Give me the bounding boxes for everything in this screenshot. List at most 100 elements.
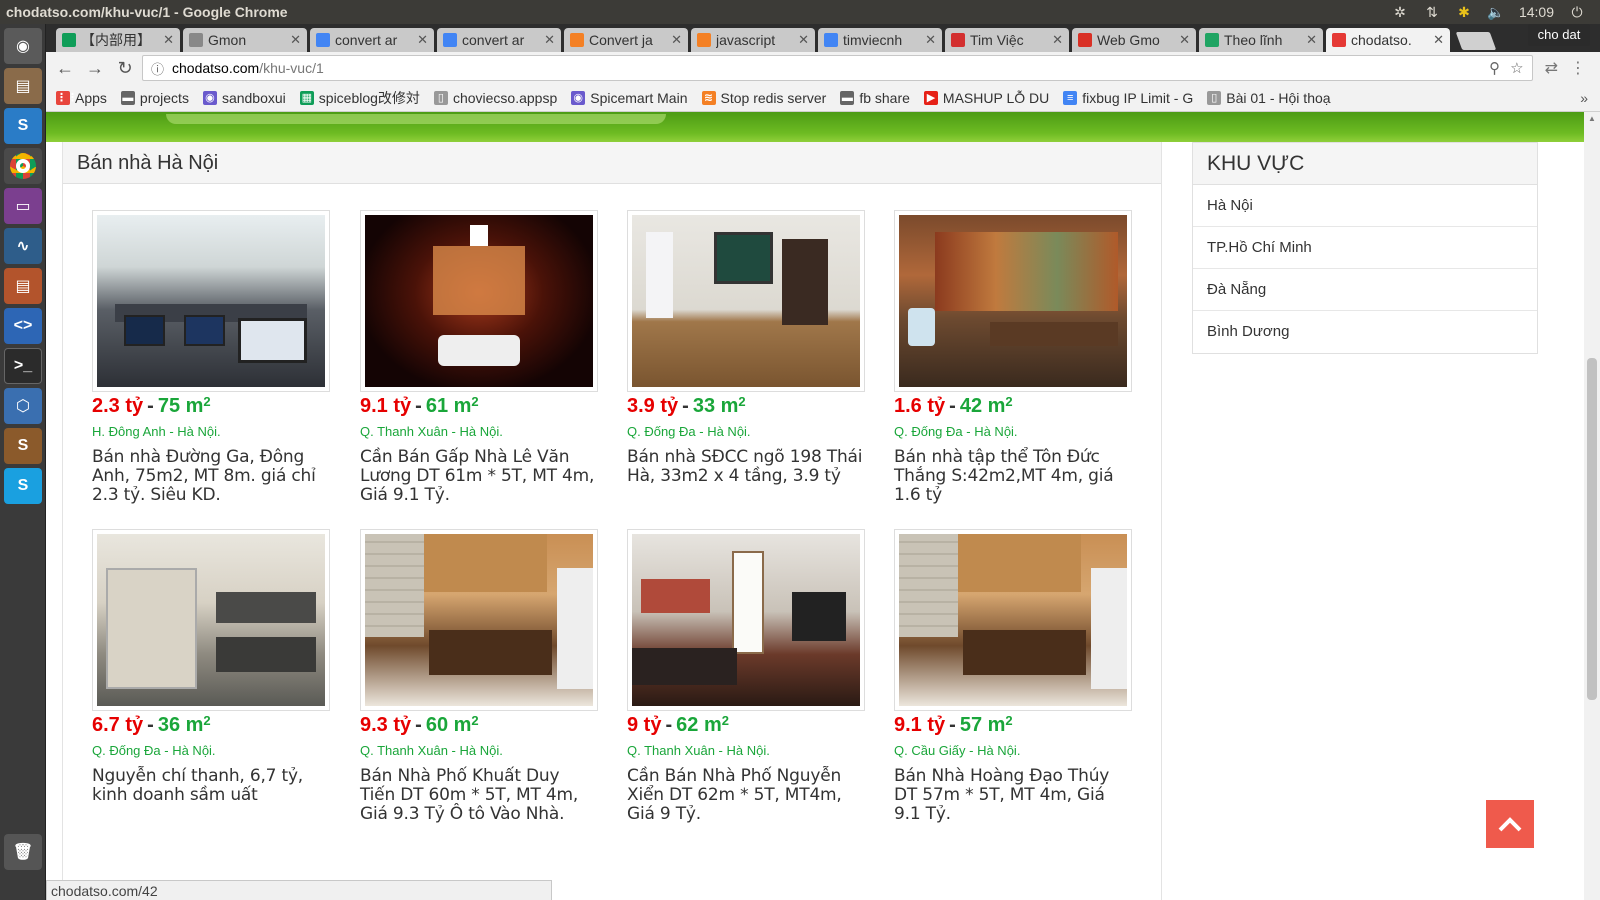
window-app-icon[interactable]: ▭ — [4, 188, 42, 224]
bookmark-item[interactable]: ▶ MASHUP LỖ DU — [923, 90, 1049, 106]
skype-icon[interactable]: S — [4, 468, 42, 504]
browser-tab[interactable]: Web Gmo ✕ — [1072, 28, 1196, 52]
back-arrow-icon[interactable]: ← — [52, 55, 78, 81]
listing-photo[interactable] — [627, 210, 865, 392]
power-icon[interactable]: ⏻ — [1568, 4, 1586, 20]
close-tab-icon[interactable]: ✕ — [925, 32, 936, 48]
profile-button[interactable]: cho dat — [1528, 24, 1590, 46]
browser-tab[interactable]: Gmon ✕ — [183, 28, 307, 52]
listing-location[interactable]: Q. Thanh Xuân - Hà Nội. — [627, 743, 865, 758]
listing-title[interactable]: Bán nhà tập thể Tôn Đức Thắng S:42m2,MT … — [894, 448, 1132, 505]
listing-location[interactable]: Q. Cầu Giấy - Hà Nội. — [894, 743, 1132, 758]
close-tab-icon[interactable]: ✕ — [798, 32, 809, 48]
listing-photo[interactable] — [92, 210, 330, 392]
network-indicator-icon[interactable]: ⇅ — [1423, 4, 1441, 20]
clock[interactable]: 14:09 — [1519, 4, 1554, 20]
bookmark-item[interactable]: ⋮⋮ Apps — [56, 90, 107, 106]
back-to-top-button[interactable] — [1486, 800, 1534, 848]
listing-title[interactable]: Bán nhà SĐCC ngõ 198 Thái Hà, 33m2 x 4 t… — [627, 448, 865, 486]
listing-location[interactable]: Q. Đống Đa - Hà Nội. — [894, 424, 1132, 439]
close-tab-icon[interactable]: ✕ — [163, 32, 174, 48]
listing-title[interactable]: Bán Nhà Hoàng Đạo Thúy DT 57m * 5T, MT 4… — [894, 767, 1132, 824]
forward-arrow-icon[interactable]: → — [82, 55, 108, 81]
scrollbar-thumb[interactable] — [1587, 358, 1597, 700]
close-tab-icon[interactable]: ✕ — [1306, 32, 1317, 48]
region-link[interactable]: Hà Nội — [1193, 185, 1537, 227]
listing-title[interactable]: Bán nhà Đường Ga, Đông Anh, 75m2, MT 8m.… — [92, 448, 330, 505]
bookmark-item[interactable]: ▯ Bài 01 - Hội thoạ — [1207, 90, 1331, 106]
dash-home-icon[interactable]: ◉ — [4, 28, 42, 64]
listing-location[interactable]: Q. Thanh Xuân - Hà Nội. — [360, 743, 598, 758]
workbench-icon[interactable]: ∿ — [4, 228, 42, 264]
listing-photo[interactable] — [360, 210, 598, 392]
sublime-icon[interactable]: S — [4, 108, 42, 144]
browser-tab[interactable]: timviecnh ✕ — [818, 28, 942, 52]
new-tab-button[interactable] — [1455, 32, 1497, 50]
menu-dots-icon[interactable]: ⋮ — [1570, 58, 1586, 78]
listing-photo[interactable] — [360, 529, 598, 711]
browser-tab[interactable]: convert ar ✕ — [310, 28, 434, 52]
reload-icon[interactable]: ↻ — [112, 55, 138, 81]
page-scrollbar[interactable]: ▲ — [1584, 112, 1600, 900]
code-editor-icon[interactable]: <> — [4, 308, 42, 344]
listing-photo[interactable] — [627, 529, 865, 711]
listing-location[interactable]: Q. Đống Đa - Hà Nội. — [627, 424, 865, 439]
region-link[interactable]: Đà Nẵng — [1193, 269, 1537, 311]
close-tab-icon[interactable]: ✕ — [671, 32, 682, 48]
listing-card[interactable]: 9.3 tỷ -60 m2 Q. Thanh Xuân - Hà Nội. Bán N… — [360, 529, 598, 824]
listing-photo[interactable] — [92, 529, 330, 711]
bookmark-item[interactable]: ▦ spiceblog改修対 — [299, 88, 420, 108]
close-tab-icon[interactable]: ✕ — [417, 32, 428, 48]
scroll-up-arrow-icon[interactable]: ▲ — [1588, 114, 1596, 123]
bookmarks-overflow-icon[interactable]: » — [1580, 90, 1588, 106]
virtualbox-icon[interactable]: ⬡ — [4, 388, 42, 424]
volume-icon[interactable]: 🔈 — [1487, 4, 1505, 20]
listing-location[interactable]: H. Đông Anh - Hà Nội. — [92, 424, 330, 439]
close-tab-icon[interactable]: ✕ — [1052, 32, 1063, 48]
browser-tab[interactable]: convert ar ✕ — [437, 28, 561, 52]
browser-tab[interactable]: 【内部用】 ✕ — [56, 28, 180, 52]
listing-card[interactable]: 9.1 tỷ -57 m2 Q. Cầu Giấy - Hà Nội. Bán Nhà… — [894, 529, 1132, 824]
close-tab-icon[interactable]: ✕ — [1179, 32, 1190, 48]
listing-card[interactable]: 1.6 tỷ -42 m2 Q. Đống Đa - Hà Nội. Bán nhà … — [894, 210, 1132, 505]
listing-photo[interactable] — [894, 210, 1132, 392]
browser-tab[interactable]: Theo lĩnh ✕ — [1199, 28, 1323, 52]
info-icon[interactable]: ⓘ — [151, 59, 164, 78]
bookmark-item[interactable]: ≡ fixbug IP Limit - G — [1063, 90, 1193, 106]
browser-tab[interactable]: Convert ja ✕ — [564, 28, 688, 52]
listing-title[interactable]: Cần Bán Nhà Phố Nguyễn Xiển DT 62m * 5T,… — [627, 767, 865, 824]
close-tab-icon[interactable]: ✕ — [1433, 32, 1444, 48]
settings-indicator-icon[interactable]: ✲ — [1391, 4, 1409, 20]
terminal-icon[interactable]: >_ — [4, 348, 42, 384]
listing-location[interactable]: Q. Đống Đa - Hà Nội. — [92, 743, 330, 758]
listing-card[interactable]: 6.7 tỷ -36 m2 Q. Đống Đa - Hà Nội. Nguyễn c… — [92, 529, 330, 805]
bookmark-item[interactable]: ▬ fb share — [840, 90, 910, 106]
listing-card[interactable]: 9 tỷ -62 m2 Q. Thanh Xuân - Hà Nội. Cần Bán… — [627, 529, 865, 824]
bookmark-star-icon[interactable]: ☆ — [1510, 59, 1523, 77]
files-icon[interactable]: ▤ — [4, 68, 42, 104]
close-tab-icon[interactable]: ✕ — [290, 32, 301, 48]
listing-card[interactable]: 9.1 tỷ -61 m2 Q. Thanh Xuân - Hà Nội. Cần B… — [360, 210, 598, 505]
browser-tab[interactable]: javascript ✕ — [691, 28, 815, 52]
chrome-icon[interactable] — [4, 148, 42, 184]
listing-title[interactable]: Nguyễn chí thanh, 6,7 tỷ, kinh doanh sầm… — [92, 767, 330, 805]
app-indicator-icon[interactable]: ✱ — [1455, 4, 1473, 20]
region-link[interactable]: Bình Dương — [1193, 311, 1537, 353]
bookmark-item[interactable]: ◉ sandboxui — [202, 90, 286, 106]
listing-card[interactable]: 3.9 tỷ -33 m2 Q. Đống Đa - Hà Nội. Bán nhà … — [627, 210, 865, 486]
close-tab-icon[interactable]: ✕ — [544, 32, 555, 48]
listing-photo[interactable] — [894, 529, 1132, 711]
bookmark-item[interactable]: ▬ projects — [120, 90, 189, 106]
listing-location[interactable]: Q. Thanh Xuân - Hà Nội. — [360, 424, 598, 439]
listing-title[interactable]: Bán Nhà Phố Khuất Duy Tiến DT 60m * 5T, … — [360, 767, 598, 824]
storage-app-icon[interactable]: ▤ — [4, 268, 42, 304]
bookmark-item[interactable]: ▯ choviecso.appsp — [433, 90, 557, 106]
browser-tab[interactable]: chodatso. ✕ — [1326, 28, 1450, 52]
bookmark-item[interactable]: ≋ Stop redis server — [701, 90, 826, 106]
translate-icon[interactable]: ⇄ — [1545, 58, 1558, 78]
sublime-text-icon[interactable]: S — [4, 428, 42, 464]
key-icon[interactable]: ⚲ — [1489, 59, 1500, 77]
trash-icon[interactable]: 🗑 — [4, 834, 42, 870]
address-bar[interactable]: ⓘ chodatso.com /khu-vuc/1 ⚲ ☆ — [142, 55, 1533, 81]
browser-tab[interactable]: Tim Việc ✕ — [945, 28, 1069, 52]
